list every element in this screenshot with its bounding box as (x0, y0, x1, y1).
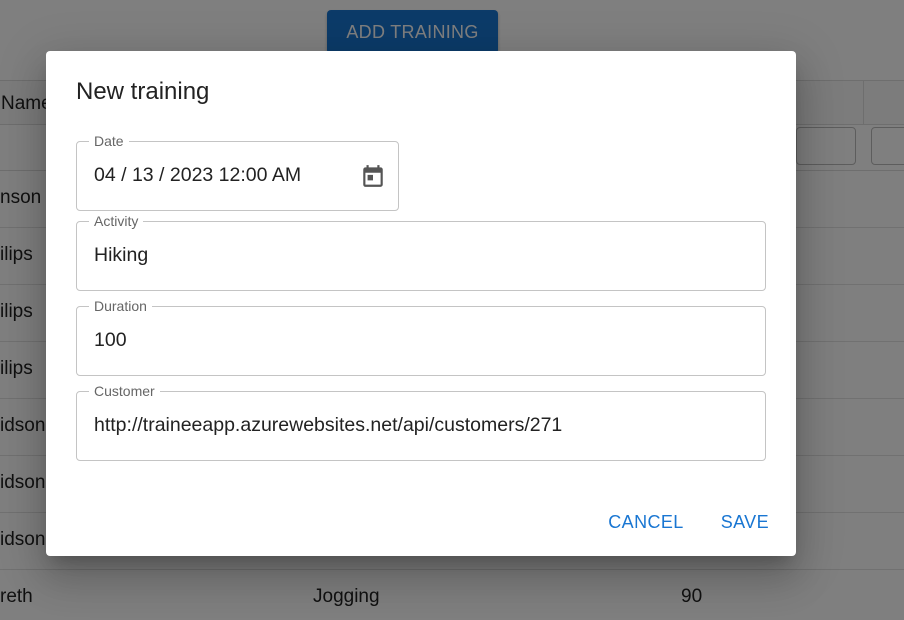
dialog-title: New training (76, 78, 210, 105)
date-input[interactable]: 04 / 13 / 2023 12:00 AM (94, 164, 301, 187)
duration-input[interactable]: 100 (94, 329, 127, 352)
cancel-button[interactable]: CANCEL (608, 512, 683, 533)
date-field[interactable]: Date 04 / 13 / 2023 12:00 AM (76, 133, 399, 211)
customer-input[interactable]: http://traineeapp.azurewebsites.net/api/… (94, 414, 562, 437)
duration-label: Duration (89, 298, 152, 314)
date-label: Date (89, 133, 129, 149)
calendar-icon[interactable] (360, 163, 386, 189)
duration-field[interactable]: Duration 100 (76, 298, 766, 376)
activity-input[interactable]: Hiking (94, 244, 148, 267)
dialog-actions: CANCEL SAVE (608, 512, 769, 533)
app-page: ADD TRAINING Name nson ilips ilips ilips… (0, 0, 904, 620)
activity-label: Activity (89, 213, 144, 229)
activity-field[interactable]: Activity Hiking (76, 213, 766, 291)
customer-field[interactable]: Customer http://traineeapp.azurewebsites… (76, 383, 766, 461)
new-training-dialog: New training Date 04 / 13 / 2023 12:00 A… (46, 51, 796, 556)
customer-label: Customer (89, 383, 160, 399)
save-button[interactable]: SAVE (721, 512, 769, 533)
